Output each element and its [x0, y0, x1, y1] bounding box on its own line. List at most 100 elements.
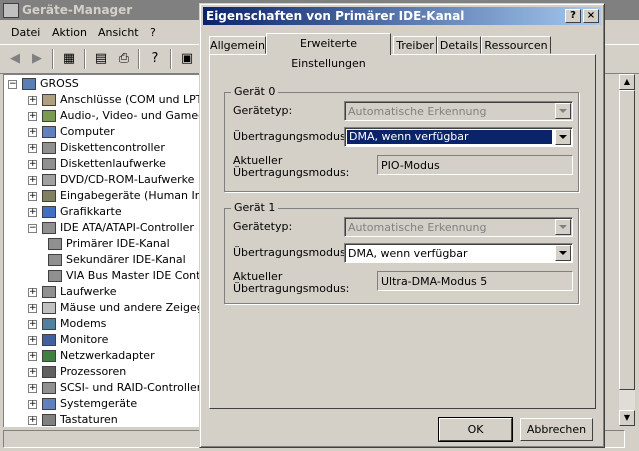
- scan-hardware-icon[interactable]: ▣: [178, 50, 196, 68]
- scroll-thumb[interactable]: [619, 90, 635, 390]
- expand-icon[interactable]: +: [28, 112, 37, 121]
- expand-icon[interactable]: +: [28, 96, 37, 105]
- expand-icon[interactable]: +: [28, 304, 37, 313]
- device1-current-label-2: Übertragungsmodus:: [233, 282, 350, 295]
- tree-item[interactable]: + Tastaturen: [28, 412, 209, 427]
- expand-icon[interactable]: +: [28, 320, 37, 329]
- device0-current-label-2: Übertragungsmodus:: [233, 166, 350, 179]
- tree-item[interactable]: + Computer: [28, 124, 209, 140]
- device0-mode-select[interactable]: DMA, wenn verfügbar: [344, 127, 573, 147]
- tab-ressourcen[interactable]: Ressourcen: [481, 36, 551, 54]
- collapse-icon[interactable]: −: [8, 80, 17, 89]
- tree-item-label: Sekundärer IDE-Kanal: [66, 253, 186, 266]
- scroll-down-icon[interactable]: ▼: [619, 410, 635, 426]
- chevron-down-icon[interactable]: [555, 245, 571, 261]
- menu-datei[interactable]: Datei: [11, 26, 40, 39]
- help-icon[interactable]: ?: [146, 50, 164, 68]
- tree-item[interactable]: + DVD/CD-ROM-Laufwerke: [28, 172, 209, 188]
- tree-item-label: Computer: [60, 125, 115, 138]
- help-button[interactable]: ?: [565, 9, 581, 23]
- ok-button[interactable]: OK: [438, 417, 513, 442]
- expand-icon[interactable]: +: [28, 192, 37, 201]
- tree-item[interactable]: + Netzwerkadapter: [28, 348, 209, 364]
- print-icon[interactable]: ⎙: [115, 50, 133, 68]
- tree-item[interactable]: + Mäuse und andere Zeigeger: [28, 300, 209, 316]
- expand-icon[interactable]: +: [28, 352, 37, 361]
- expand-icon[interactable]: +: [28, 208, 37, 217]
- tree-item[interactable]: + Modems: [28, 316, 209, 332]
- tree-item[interactable]: + Diskettenlaufwerke: [28, 156, 209, 172]
- close-button[interactable]: ×: [583, 9, 599, 23]
- properties-dialog: Eigenschaften von Primärer IDE-Kanal ? ×…: [199, 3, 605, 448]
- collapse-icon[interactable]: −: [28, 224, 37, 233]
- device1-group-label: Gerät 1: [231, 201, 279, 214]
- expand-icon[interactable]: +: [28, 144, 37, 153]
- device-category-icon: [42, 414, 56, 426]
- device-category-icon: [42, 142, 56, 154]
- tree-item[interactable]: Sekundärer IDE-Kanal: [44, 252, 209, 268]
- expand-icon[interactable]: +: [28, 176, 37, 185]
- tree-item[interactable]: + Diskettencontroller: [28, 140, 209, 156]
- tree-item-label: DVD/CD-ROM-Laufwerke: [60, 173, 195, 186]
- expand-icon[interactable]: +: [28, 368, 37, 377]
- device1-mode-label: Übertragungsmodus:: [233, 246, 350, 259]
- device1-type-label: Gerätetyp:: [233, 220, 293, 233]
- dialog-title: Eigenschaften von Primärer IDE-Kanal: [206, 9, 465, 23]
- menu-ansicht[interactable]: Ansicht: [98, 26, 139, 39]
- device1-mode-value: DMA, wenn verfügbar: [348, 247, 468, 260]
- device-manager-app-icon: [3, 3, 19, 18]
- tree-item[interactable]: + Laufwerke: [28, 284, 209, 300]
- forward-arrow-icon[interactable]: ▶: [28, 50, 46, 68]
- tab-allgemein[interactable]: Allgemein: [209, 36, 266, 54]
- tree-item[interactable]: − IDE ATA/ATAPI-Controller: [28, 220, 209, 236]
- tree-item[interactable]: + Audio-, Video- und Gamecon: [28, 108, 209, 124]
- dialog-title-bar[interactable]: Eigenschaften von Primärer IDE-Kanal ? ×: [203, 7, 601, 25]
- tree-item[interactable]: Primärer IDE-Kanal: [44, 236, 209, 252]
- chevron-down-icon[interactable]: [555, 129, 571, 145]
- expand-icon[interactable]: +: [28, 160, 37, 169]
- expand-icon[interactable]: +: [28, 336, 37, 345]
- tree-item-label: Diskettencontroller: [60, 141, 165, 154]
- tab-erweiterte-einstellungen[interactable]: Erweiterte Einstellungen: [266, 33, 391, 70]
- tree-item[interactable]: + Eingabegeräte (Human Inter: [28, 188, 209, 204]
- menu-aktion[interactable]: Aktion: [52, 26, 87, 39]
- tree-item-label: Prozessoren: [60, 365, 127, 378]
- device1-type-select: Automatische Erkennung: [344, 217, 573, 237]
- toolbar-separator: [52, 49, 54, 69]
- expand-icon[interactable]: +: [28, 416, 37, 425]
- tree-item[interactable]: + Grafikkarte: [28, 204, 209, 220]
- device0-type-value: Automatische Erkennung: [348, 105, 487, 118]
- device-tree: − GROSS + Anschlüsse (COM und LPT) + Audio-, …: [3, 74, 209, 427]
- tree-vertical-scrollbar[interactable]: ▲ ▼: [619, 74, 635, 426]
- menu-help[interactable]: ?: [150, 26, 156, 39]
- tree-item[interactable]: VIA Bus Master IDE Cont: [44, 268, 209, 284]
- expand-icon[interactable]: +: [28, 400, 37, 409]
- device0-current-value: PIO-Modus: [381, 159, 440, 172]
- expand-icon[interactable]: +: [28, 288, 37, 297]
- device1-mode-select[interactable]: DMA, wenn verfügbar: [344, 243, 573, 263]
- tab-treiber[interactable]: Treiber: [393, 36, 437, 54]
- tree-item[interactable]: + Anschlüsse (COM und LPT): [28, 92, 209, 108]
- toolbar-separator: [138, 49, 140, 69]
- device1-current-value: Ultra-DMA-Modus 5: [381, 275, 488, 288]
- back-arrow-icon[interactable]: ◀: [6, 50, 24, 68]
- tree-item[interactable]: + Systemgeräte: [28, 396, 209, 412]
- expand-icon[interactable]: +: [28, 128, 37, 137]
- expand-icon[interactable]: +: [28, 384, 37, 393]
- properties-icon[interactable]: ▤: [92, 50, 110, 68]
- tree-item[interactable]: + Prozessoren: [28, 364, 209, 380]
- tree-item-label: Mäuse und andere Zeigeger: [60, 301, 209, 314]
- tree-item-label: IDE ATA/ATAPI-Controller: [60, 221, 194, 234]
- tree-item[interactable]: + SCSI- und RAID-Controller: [28, 380, 209, 396]
- tree-item[interactable]: − GROSS: [8, 76, 209, 92]
- show-hide-tree-icon[interactable]: ▦: [60, 50, 78, 68]
- device-category-icon: [42, 286, 56, 298]
- tree-item-label: Laufwerke: [60, 285, 117, 298]
- device-category-icon: [48, 238, 62, 250]
- cancel-button[interactable]: Abbrechen: [520, 418, 593, 441]
- device-category-icon: [42, 302, 56, 314]
- scroll-up-icon[interactable]: ▲: [619, 74, 635, 90]
- tab-details[interactable]: Details: [437, 36, 481, 54]
- tree-item-label: Monitore: [60, 333, 109, 346]
- tree-item[interactable]: + Monitore: [28, 332, 209, 348]
